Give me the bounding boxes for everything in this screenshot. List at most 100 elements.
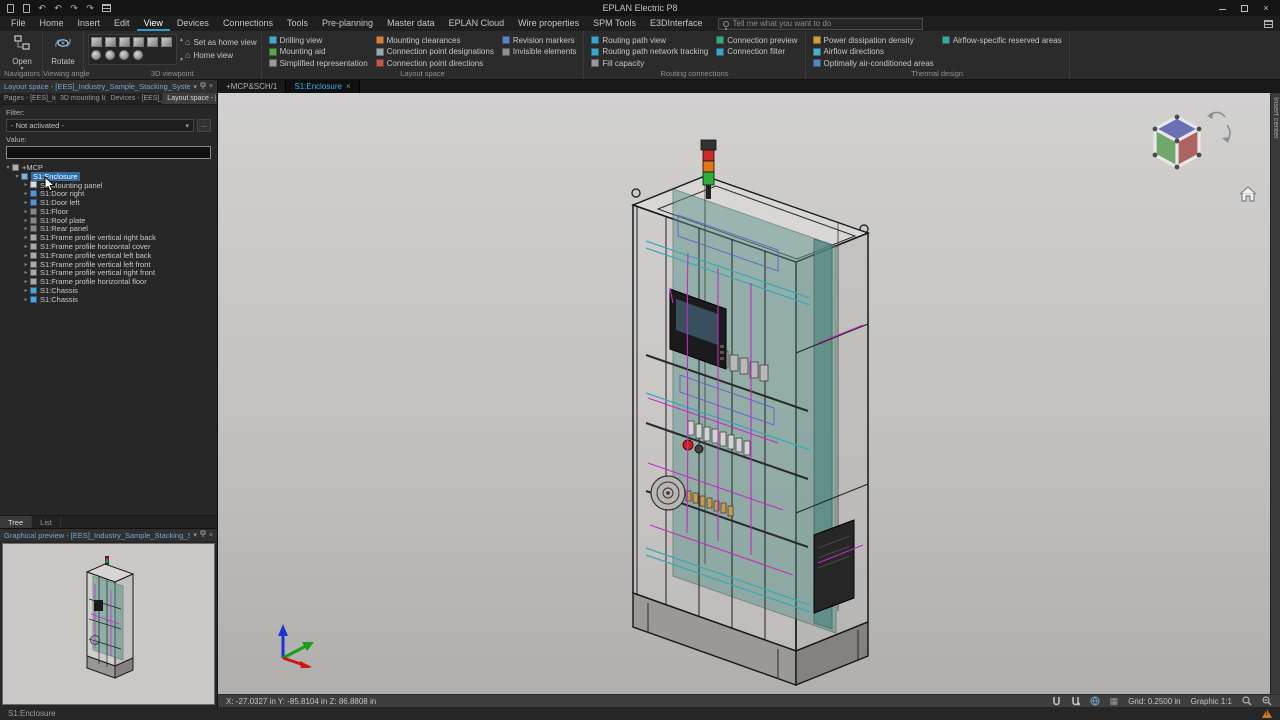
redo-icon[interactable]: ↷: [68, 2, 80, 14]
view-navigation-cube[interactable]: [1147, 107, 1237, 179]
menu-tab-tools[interactable]: Tools: [280, 16, 315, 31]
routing-path-network-tracking-button[interactable]: Routing path network tracking: [591, 47, 708, 57]
tree-item-s1-frame-profile-horizontal-floor[interactable]: ▸S1:Frame profile horizontal floor: [0, 277, 217, 286]
doc-tab-s1-enclosure[interactable]: S1:Enclosure×: [286, 80, 359, 93]
tree-item-mcp[interactable]: ▾+MCP: [0, 163, 217, 172]
tree-item-s1-chassis[interactable]: ▸S1:Chassis: [0, 286, 217, 295]
airflow-specific-reserved-areas-button[interactable]: Airflow-specific reserved areas: [942, 35, 1062, 45]
filter-select[interactable]: - Not activated - ▾: [6, 119, 194, 132]
power-dissipation-density-button[interactable]: Power dissipation density: [813, 35, 934, 45]
menu-tab-insert[interactable]: Insert: [71, 16, 108, 31]
menu-tab-pre-planning[interactable]: Pre-planning: [315, 16, 380, 31]
connection-filter-button[interactable]: Connection filter: [716, 47, 797, 57]
open-document-icon[interactable]: [20, 2, 32, 14]
tree-expander-icon[interactable]: ▸: [22, 252, 30, 259]
tree-item-s1-door-left[interactable]: ▸S1:Door left: [0, 198, 217, 207]
tree-expander-icon[interactable]: ▾: [4, 164, 12, 171]
tree-expander-icon[interactable]: ▸: [22, 190, 30, 197]
mounting-aid-button[interactable]: Mounting aid: [269, 47, 368, 57]
panel-dropdown-icon[interactable]: ▾: [193, 83, 197, 91]
tree-expander-icon[interactable]: ▸: [22, 243, 30, 250]
tree-expander-icon[interactable]: ▸: [22, 261, 30, 268]
menu-tab-master-data[interactable]: Master data: [380, 16, 442, 31]
tree-item-s1-floor[interactable]: ▸S1:Floor: [0, 207, 217, 216]
tab-tree[interactable]: Tree: [0, 516, 32, 528]
tree-expander-icon[interactable]: ▸: [22, 208, 30, 215]
viewpoint-cube-icon[interactable]: [133, 37, 144, 47]
invisible-elements-button[interactable]: Invisible elements: [502, 47, 577, 57]
connection-preview-button[interactable]: Connection preview: [716, 35, 797, 45]
tree-item-s1-frame-profile-vertical-right-back[interactable]: ▸S1:Frame profile vertical right back: [0, 233, 217, 242]
tab-list[interactable]: List: [32, 516, 61, 528]
viewpoint-sphere-icon[interactable]: [133, 50, 143, 60]
close-button[interactable]: ×: [1256, 1, 1276, 15]
tree-item-s1-rear-panel[interactable]: ▸S1:Rear panel: [0, 225, 217, 234]
navigator-tab-pages-ees-ind[interactable]: Pages - [EES]_Ind...: [0, 93, 56, 104]
redo-list-icon[interactable]: ↷: [84, 2, 96, 14]
tree-expander-icon[interactable]: ▸: [22, 269, 30, 276]
maximize-button[interactable]: [1234, 1, 1254, 15]
navigator-tab-3d-mounting-lay[interactable]: 3D mounting lay...: [56, 93, 106, 104]
insert-center-tab[interactable]: Insert center: [1270, 93, 1280, 694]
viewpoint-scroll-arrows[interactable]: ▴▾: [180, 34, 183, 65]
navigator-tab-devices-ees-in[interactable]: Devices - [EES]_In...: [106, 93, 163, 104]
menu-tab-devices[interactable]: Devices: [170, 16, 216, 31]
menu-tab-spm-tools[interactable]: SPM Tools: [586, 16, 643, 31]
tree-item-s1-frame-profile-horizontal-cover[interactable]: ▸S1:Frame profile horizontal cover: [0, 242, 217, 251]
tree-expander-icon[interactable]: ▸: [22, 217, 30, 224]
minimize-button[interactable]: [1212, 1, 1232, 15]
snap-icon[interactable]: [1052, 696, 1061, 706]
viewpoint-cube-icon[interactable]: [161, 37, 172, 47]
mounting-clearances-button[interactable]: Mounting clearances: [376, 35, 494, 45]
menu-tab-connections[interactable]: Connections: [216, 16, 280, 31]
tree-expander-icon[interactable]: ▸: [22, 234, 30, 241]
tree-item-s1-frame-profile-vertical-left-back[interactable]: ▸S1:Frame profile vertical left back: [0, 251, 217, 260]
tree-item-s1-frame-profile-vertical-left-front[interactable]: ▸S1:Frame profile vertical left front: [0, 260, 217, 269]
tree-item-s1-frame-profile-vertical-right-front[interactable]: ▸S1:Frame profile vertical right front: [0, 269, 217, 278]
tree-expander-icon[interactable]: ▸: [22, 199, 30, 206]
tree-expander-icon[interactable]: ▸: [22, 225, 30, 232]
menu-tab-wire-properties[interactable]: Wire properties: [511, 16, 586, 31]
grid-toggle-icon[interactable]: ▦: [1110, 696, 1119, 707]
navigator-tab-layout-space-e[interactable]: Layout space - [E...: [163, 93, 217, 104]
search-box[interactable]: Tell me what you want to do: [718, 18, 923, 30]
menu-tab-edit[interactable]: Edit: [107, 16, 137, 31]
zoom-out-icon[interactable]: [1262, 696, 1272, 706]
tree-item-s1-mounting-panel[interactable]: ▸S1:Mounting panel: [0, 181, 217, 190]
filter-more-button[interactable]: ...: [197, 119, 211, 132]
doc-tab-mcp-sch-1[interactable]: +MCP&SCH/1: [218, 80, 286, 93]
connection-point-directions-button[interactable]: Connection point directions: [376, 58, 494, 68]
viewpoint-sphere-icon[interactable]: [91, 50, 101, 60]
menu-tab-eplan-cloud[interactable]: EPLAN Cloud: [442, 16, 512, 31]
close-tab-icon[interactable]: ×: [346, 82, 351, 91]
ribbon-display-options-icon[interactable]: [1262, 18, 1274, 30]
undo-icon[interactable]: ↶: [36, 2, 48, 14]
zoom-in-icon[interactable]: [1242, 696, 1252, 706]
menu-tab-view[interactable]: View: [137, 16, 170, 31]
warning-icon[interactable]: [1262, 709, 1272, 718]
rotate-button[interactable]: Rotate: [47, 34, 79, 66]
value-input[interactable]: [6, 146, 211, 159]
viewpoint-sphere-icon[interactable]: [119, 50, 129, 60]
drilling-view-button[interactable]: Drilling view: [269, 35, 368, 45]
tree-item-s1-chassis[interactable]: ▸S1:Chassis: [0, 295, 217, 304]
viewpoint-cube-icon[interactable]: [119, 37, 130, 47]
customize-quick-access-icon[interactable]: [100, 2, 112, 14]
revision-markers-button[interactable]: Revision markers: [502, 35, 577, 45]
routing-path-view-button[interactable]: Routing path view: [591, 35, 708, 45]
object-snap-icon[interactable]: [1071, 696, 1080, 706]
preview-close-icon[interactable]: ×: [209, 532, 213, 539]
preview-pin-icon[interactable]: [200, 530, 206, 540]
tree-expander-icon[interactable]: ▸: [22, 181, 30, 188]
airflow-directions-button[interactable]: Airflow directions: [813, 47, 934, 57]
simplified-representation-button[interactable]: Simplified representation: [269, 58, 368, 68]
panel-pin-icon[interactable]: [200, 82, 206, 92]
viewport-3d[interactable]: Insert center: [218, 93, 1280, 694]
home-view-icon[interactable]: [1238, 185, 1258, 203]
viewpoint-cube-icon[interactable]: [105, 37, 116, 47]
viewpoint-sphere-icon[interactable]: [105, 50, 115, 60]
preview-dropdown-icon[interactable]: ▾: [193, 531, 197, 539]
tree-expander-icon[interactable]: ▸: [22, 278, 30, 285]
viewpoint-cube-icon[interactable]: [91, 37, 102, 47]
tree-item-s1-door-right[interactable]: ▸S1:Door right: [0, 189, 217, 198]
